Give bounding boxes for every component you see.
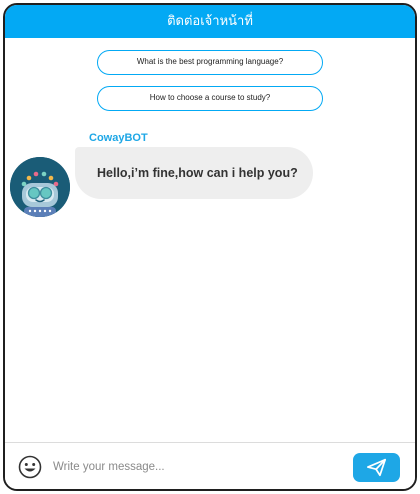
message-input[interactable] <box>53 456 293 478</box>
suggestion-chip[interactable]: How to choose a course to study? <box>97 86 323 111</box>
emoji-smile-icon[interactable] <box>18 455 42 479</box>
header-title: ติดต่อเจ้าหน้าที่ <box>167 14 253 29</box>
chat-header: ติดต่อเจ้าหน้าที่ <box>5 5 415 38</box>
chat-window: ติดต่อเจ้าหน้าที่ What is the best progr… <box>3 3 417 491</box>
robot-icon <box>10 157 70 217</box>
paper-plane-icon <box>367 458 386 477</box>
bot-avatar <box>10 157 70 217</box>
message-composer <box>5 442 415 489</box>
send-button[interactable] <box>353 453 400 482</box>
bot-name: CowayBOT <box>89 132 148 144</box>
suggestion-chip[interactable]: What is the best programming language? <box>97 50 323 75</box>
bot-message-bubble: Hello,i’m fine,how can i help you? <box>75 147 313 199</box>
